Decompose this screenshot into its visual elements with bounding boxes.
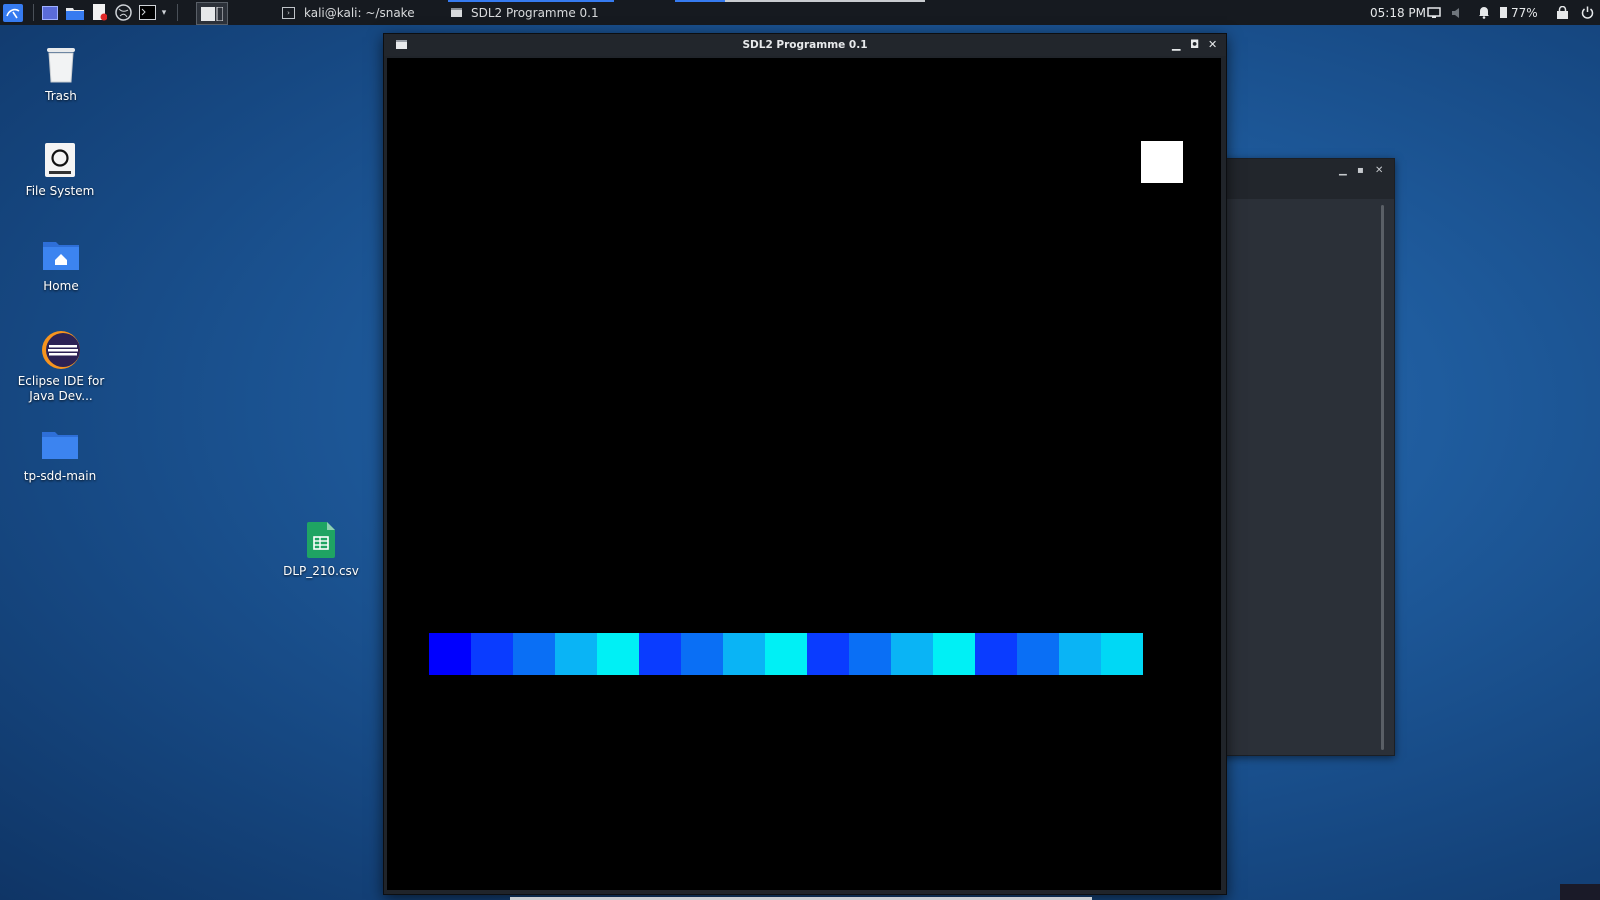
snake-segment xyxy=(597,633,639,675)
display-icon[interactable] xyxy=(1424,3,1443,22)
spreadsheet-icon xyxy=(301,520,341,560)
window-icon xyxy=(451,8,462,17)
background-window-titlebar[interactable]: ▁ ▪ ✕ xyxy=(1206,159,1394,199)
desktop-icon-label: Trash xyxy=(45,89,77,103)
close-icon[interactable]: ✕ xyxy=(1375,165,1383,176)
snake-segment xyxy=(849,633,891,675)
drive-icon xyxy=(40,140,80,180)
battery-indicator[interactable]: 77% xyxy=(1500,0,1538,25)
notification-bell-icon[interactable] xyxy=(1474,3,1493,22)
snake-segment xyxy=(471,633,513,675)
battery-icon xyxy=(1500,7,1507,18)
minimize-icon[interactable]: ▁ xyxy=(1339,165,1347,176)
corner-widget xyxy=(1560,884,1600,900)
taskbar-item-terminal[interactable]: › kali@kali: ~/snake xyxy=(282,0,415,25)
taskbar-item-label: SDL2 Programme 0.1 xyxy=(471,5,599,20)
game-canvas[interactable] xyxy=(387,58,1221,890)
window-title: SDL2 Programme 0.1 xyxy=(742,39,868,51)
file-manager-icon[interactable] xyxy=(65,3,84,22)
snake-segment xyxy=(639,633,681,675)
home-folder-icon xyxy=(41,235,81,275)
desktop-icon-trash[interactable]: Trash xyxy=(16,45,106,104)
desktop-icon-eclipse[interactable]: Eclipse IDE for Java Dev... xyxy=(16,330,106,404)
maximize-icon[interactable]: ▪ xyxy=(1357,165,1364,176)
window-titlebar[interactable]: SDL2 Programme 0.1 ▁ ◘ ✕ xyxy=(384,34,1226,56)
top-panel: ▾ › kali@kali: ~/snake SDL2 Programme 0.… xyxy=(0,0,1600,25)
desktop-icon-label: tp-sdd-main xyxy=(23,469,97,483)
chevron-down-icon[interactable]: ▾ xyxy=(158,3,170,22)
workspace-switcher[interactable] xyxy=(196,2,228,25)
desktop-icon-label: Eclipse IDE for Java Dev... xyxy=(17,374,105,403)
background-window[interactable]: ▁ ▪ ✕ xyxy=(1205,158,1395,756)
close-icon[interactable]: ✕ xyxy=(1208,38,1217,51)
taskbar-item-label: kali@kali: ~/snake xyxy=(304,5,415,20)
kali-menu-icon[interactable] xyxy=(2,3,24,22)
snake-segment xyxy=(429,633,471,675)
desktop-icon-home[interactable]: Home xyxy=(16,235,106,294)
snake-segment xyxy=(765,633,807,675)
taskbar-item-sdl2[interactable]: SDL2 Programme 0.1 xyxy=(451,0,599,25)
terminal-icon: › xyxy=(282,6,295,19)
show-desktop-icon[interactable] xyxy=(40,3,59,22)
desktop-icon-label: DLP_210.csv xyxy=(283,564,359,578)
snake-segment xyxy=(1059,633,1101,675)
snake-segment xyxy=(891,633,933,675)
snake-segment xyxy=(513,633,555,675)
desktop-icon-tp-sdd-main[interactable]: tp-sdd-main xyxy=(15,425,105,484)
battery-label: 77% xyxy=(1511,5,1538,20)
sdl2-window[interactable]: SDL2 Programme 0.1 ▁ ◘ ✕ xyxy=(383,33,1227,895)
web-browser-icon[interactable] xyxy=(114,3,133,22)
snake-segment xyxy=(723,633,765,675)
snake-segment xyxy=(555,633,597,675)
trash-icon xyxy=(41,45,81,85)
panel-separator xyxy=(177,4,178,21)
clock[interactable]: 05:18 PM xyxy=(1370,0,1426,25)
maximize-icon[interactable]: ◘ xyxy=(1190,38,1199,51)
tab-indicator xyxy=(675,0,725,2)
clock-label: 05:18 PM xyxy=(1370,5,1426,20)
panel-separator xyxy=(33,4,34,21)
food-block xyxy=(1141,141,1183,183)
desktop-icon-dlp-csv[interactable]: DLP_210.csv xyxy=(276,520,366,579)
snake-head xyxy=(1101,633,1143,675)
snake-segment xyxy=(681,633,723,675)
folder-icon xyxy=(40,425,80,465)
snake-segment xyxy=(807,633,849,675)
volume-icon[interactable] xyxy=(1448,3,1467,22)
power-icon[interactable] xyxy=(1578,3,1597,22)
snake-segment xyxy=(933,633,975,675)
text-editor-icon[interactable] xyxy=(90,3,109,22)
lock-icon[interactable] xyxy=(1553,3,1572,22)
minimize-icon[interactable]: ▁ xyxy=(1172,38,1180,51)
scrollbar[interactable] xyxy=(1381,205,1384,750)
snake-segment xyxy=(1017,633,1059,675)
desktop-icon-label: Home xyxy=(43,279,79,293)
eclipse-icon xyxy=(41,330,81,370)
desktop-icon-label: File System xyxy=(25,184,95,198)
desktop-icon-file-system[interactable]: File System xyxy=(15,140,105,199)
terminal-icon[interactable] xyxy=(138,3,157,22)
snake-segment xyxy=(975,633,1017,675)
tab-indicator xyxy=(725,0,925,2)
